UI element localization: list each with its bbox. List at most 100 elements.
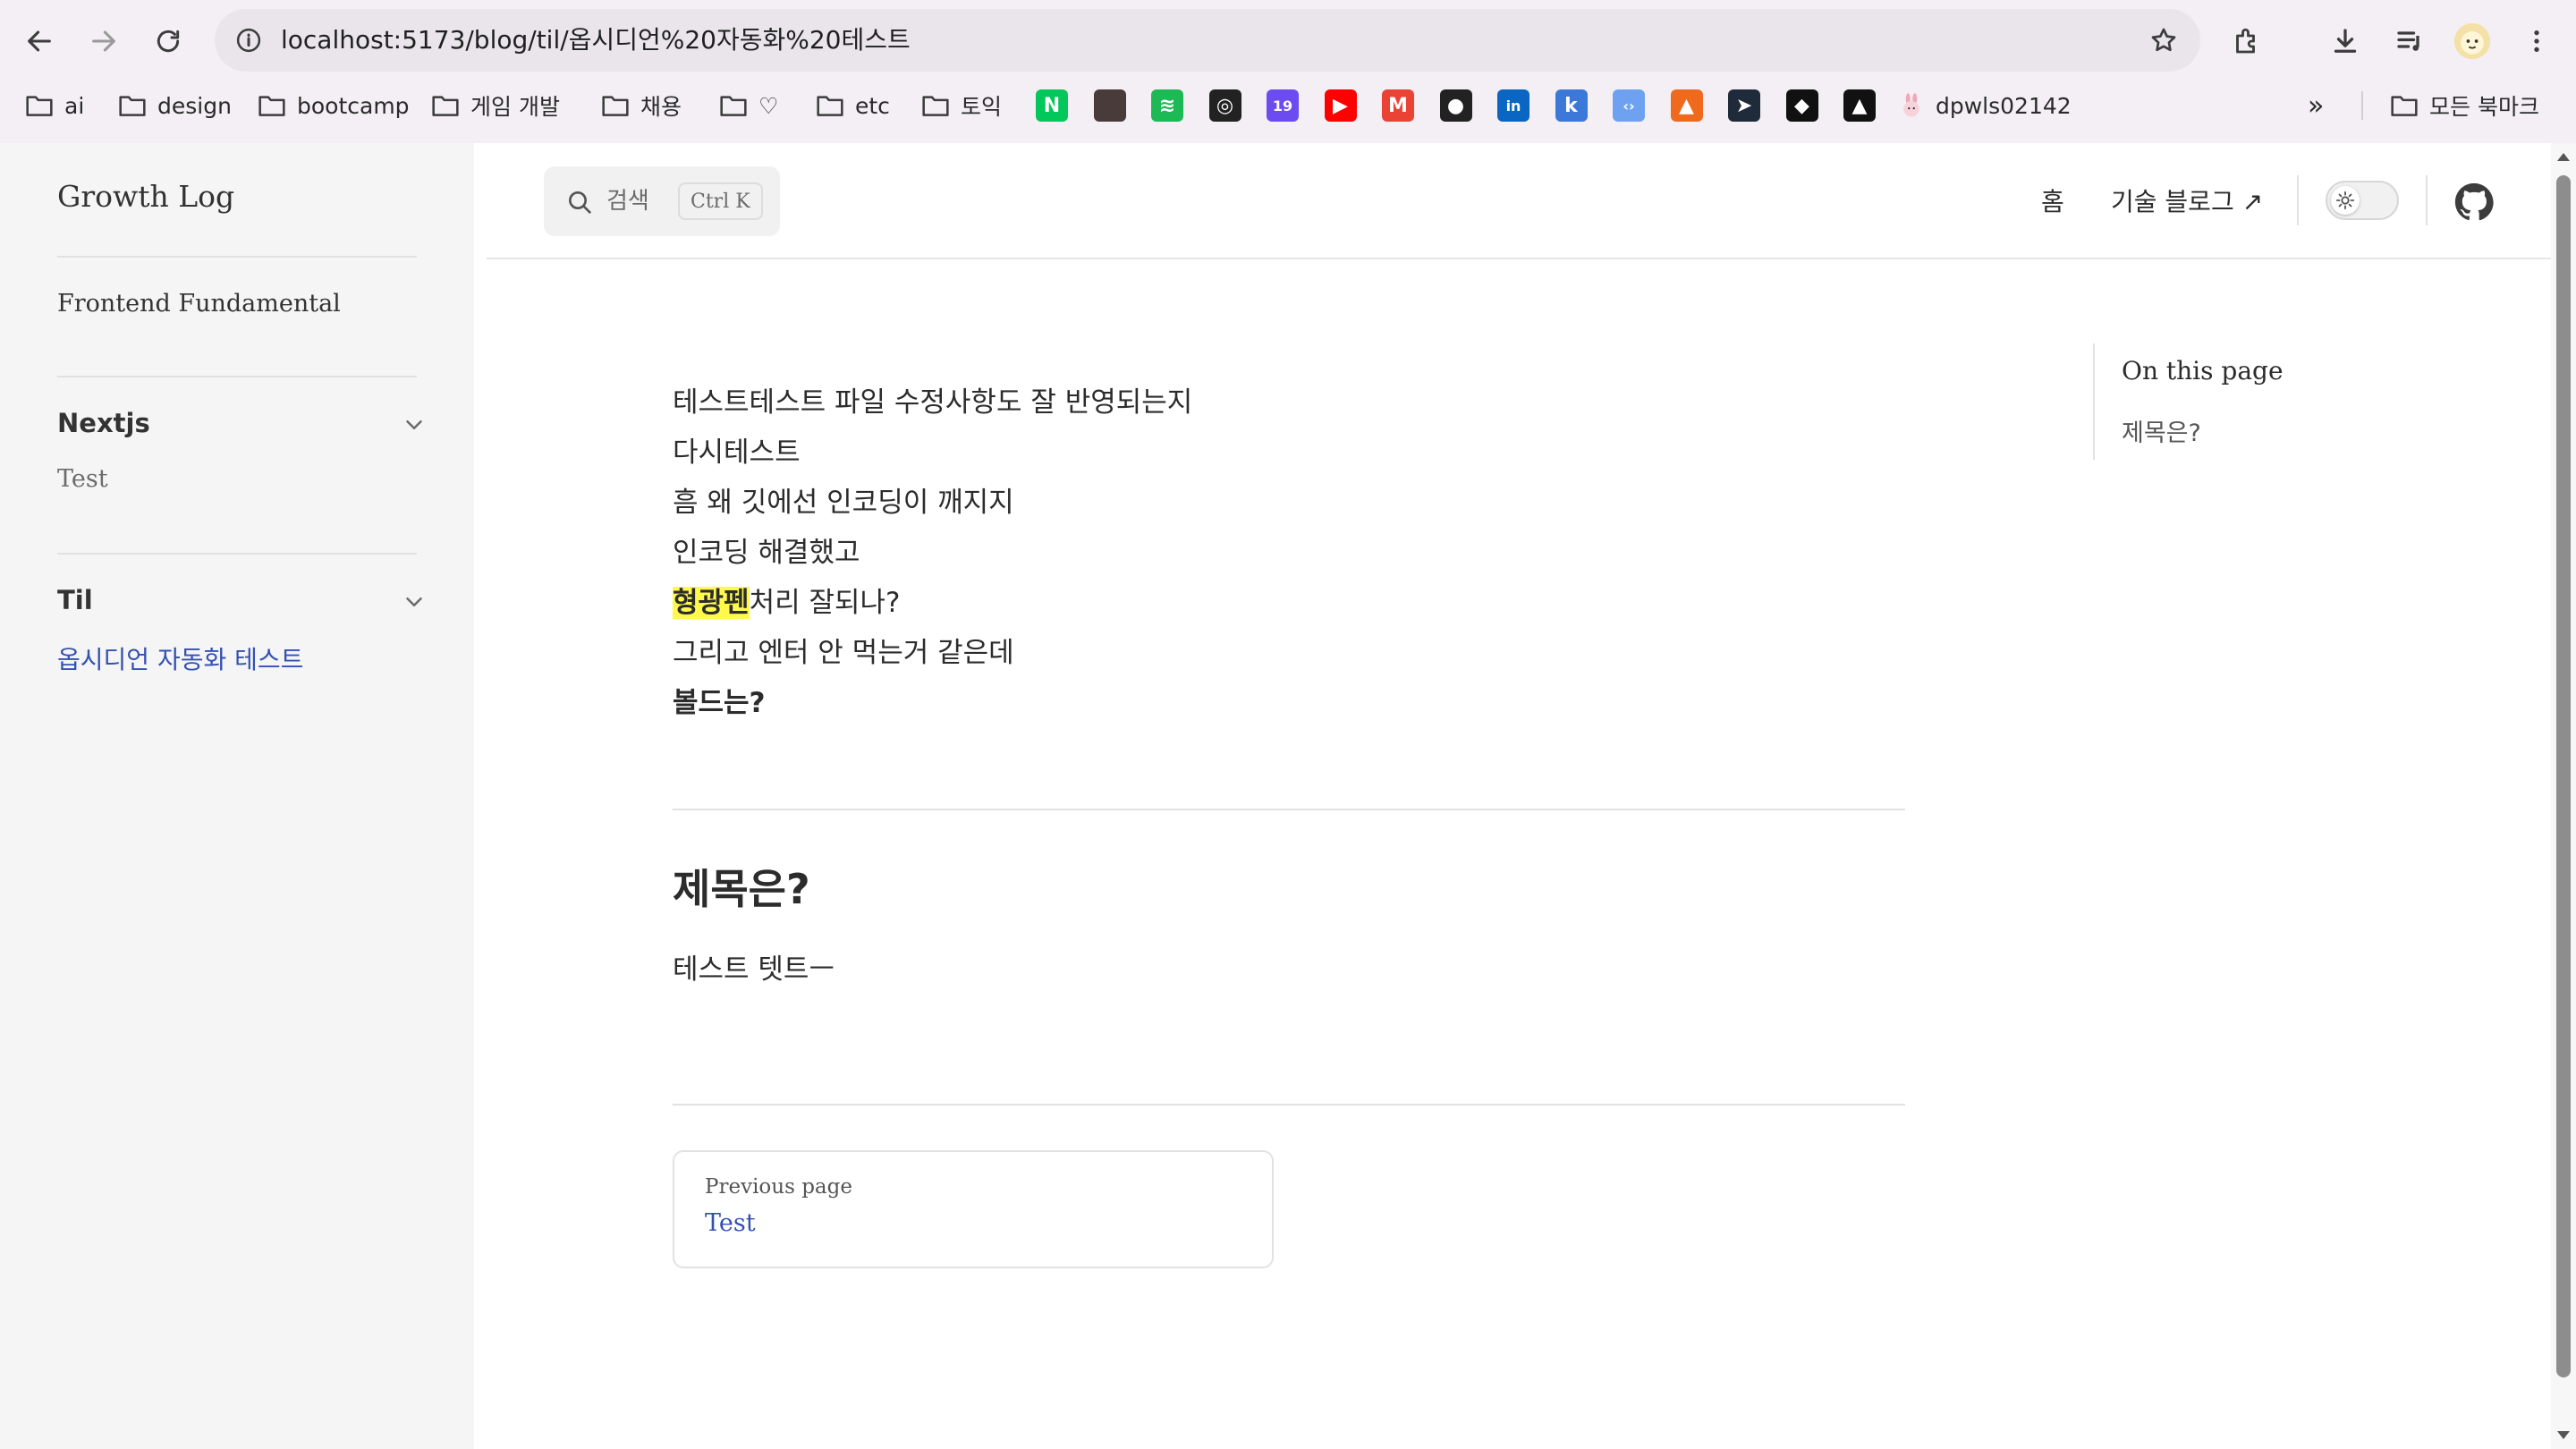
- bookmark-label: design: [157, 92, 232, 119]
- sidebar-group-til[interactable]: Til: [57, 585, 93, 615]
- previous-page-link[interactable]: Previous page Test: [673, 1150, 1274, 1268]
- extensions-icon[interactable]: [2224, 18, 2270, 64]
- folder-icon: [720, 96, 747, 116]
- nav-tech-blog-link[interactable]: 기술 블로그 ↗: [2111, 182, 2263, 218]
- folder-icon: [922, 96, 949, 116]
- toc-border: [2093, 343, 2095, 460]
- site-info-icon[interactable]: [231, 22, 267, 58]
- k-icon[interactable]: k: [1555, 89, 1588, 122]
- code-icon[interactable]: ‹›: [1613, 89, 1645, 122]
- bookmark-folder[interactable]: design: [118, 82, 232, 129]
- paragraph-line: 테스트테스트 파일 수정사항도 잘 반영되는지: [673, 386, 1193, 419]
- browser-chrome: localhost:5173/blog/til/옵시디언%20자동화%20테스트…: [0, 0, 2576, 143]
- bookmarks-overflow-icon[interactable]: »: [2308, 82, 2324, 129]
- diamond-icon[interactable]: ◆: [1785, 89, 1818, 122]
- toc-title: On this page: [2122, 356, 2284, 386]
- section-heading: 제목은?: [673, 865, 810, 913]
- folder-icon: [817, 96, 843, 116]
- toc-item[interactable]: 제목은?: [2122, 413, 2201, 448]
- profile-image-icon[interactable]: [1093, 89, 1126, 122]
- horizontal-rule: [673, 809, 1905, 810]
- bookmark-folder[interactable]: 게임 개발: [431, 82, 560, 129]
- back-icon[interactable]: [16, 18, 63, 64]
- chevron-down-icon[interactable]: [401, 589, 428, 615]
- forward-icon[interactable]: [80, 18, 127, 64]
- send-icon[interactable]: ➤: [1728, 89, 1760, 122]
- bookmark-folder[interactable]: ai: [25, 82, 84, 129]
- gmail-icon[interactable]: M: [1382, 89, 1414, 122]
- sidebar-group-nextjs[interactable]: Nextjs: [57, 408, 150, 438]
- bookmark-label: etc: [855, 92, 890, 119]
- scroll-down-icon[interactable]: [2555, 1428, 2572, 1444]
- bookmark-folder[interactable]: 토익: [921, 82, 1002, 129]
- bold-line: 볼드는?: [673, 687, 766, 719]
- bookmark-label: 모든 북마크: [2429, 94, 2539, 120]
- bookmark-folder[interactable]: bootcamp: [258, 82, 410, 129]
- sidebar-item-frontend-fundamental[interactable]: Frontend Fundamental: [57, 290, 341, 318]
- github-icon[interactable]: [2454, 182, 2494, 222]
- folder-icon: [258, 96, 285, 116]
- bookmark-label: ♡: [758, 92, 779, 119]
- bunny-icon: [1903, 93, 1919, 117]
- section-body: 테스트 텟트ㅡ: [673, 953, 835, 986]
- search-placeholder: 검색: [606, 188, 649, 215]
- triangle-icon[interactable]: ▲: [1843, 89, 1876, 122]
- sidebar-divider: [57, 553, 417, 555]
- previous-page-title: Test: [705, 1209, 756, 1237]
- nav-home-link[interactable]: 홈: [2041, 182, 2064, 218]
- bookmark-label: 토익: [961, 94, 1003, 120]
- scroll-up-icon[interactable]: [2555, 148, 2572, 165]
- bookmarks-bar: ai design bootcamp 게임 개발 채용 ♡ etc 토익 N ≋…: [0, 82, 2576, 129]
- site-brand[interactable]: Growth Log: [57, 179, 234, 214]
- bookmark-divider: [2361, 91, 2363, 120]
- bookmark-folder[interactable]: 채용: [601, 82, 682, 129]
- theme-toggle[interactable]: [2326, 181, 2399, 220]
- search-icon: [569, 191, 591, 214]
- target-icon[interactable]: ◎: [1208, 89, 1241, 122]
- bookmark-label: 채용: [640, 94, 682, 120]
- sidebar: Growth Log Frontend Fundamental Nextjs T…: [0, 143, 474, 1449]
- bookmark-label: bootcamp: [297, 92, 410, 119]
- address-bar[interactable]: localhost:5173/blog/til/옵시디언%20자동화%20테스트: [215, 9, 2200, 72]
- header-divider: [2297, 175, 2299, 225]
- highlighted-text: 형광펜: [673, 587, 750, 619]
- paragraph-line: 다시테스트: [673, 436, 801, 469]
- scrollbar-thumb[interactable]: [2556, 175, 2571, 1377]
- browser-menu-icon[interactable]: [2513, 18, 2560, 64]
- bookmark-label: ai: [64, 92, 85, 119]
- linkedin-icon[interactable]: in: [1497, 89, 1530, 122]
- url-text[interactable]: localhost:5173/blog/til/옵시디언%20자동화%20테스트: [281, 9, 911, 72]
- chevron-down-icon[interactable]: [401, 411, 428, 438]
- youtube-icon[interactable]: ▶: [1324, 89, 1357, 122]
- bookmark-profile[interactable]: dpwls02142: [1898, 82, 2072, 129]
- github-icon[interactable]: ●: [1439, 89, 1472, 122]
- header-divider-line: [487, 258, 2551, 259]
- folder-icon: [432, 96, 459, 116]
- bookmark-folder[interactable]: ♡: [719, 82, 778, 129]
- bookmark-folder[interactable]: etc: [816, 82, 890, 129]
- folder-icon: [119, 96, 146, 116]
- folder-icon: [26, 96, 53, 116]
- header-divider: [2426, 175, 2428, 225]
- paragraph-line: 그리고 엔터 안 먹는거 같은데: [673, 637, 1014, 669]
- all-bookmarks-folder[interactable]: 모든 북마크: [2390, 82, 2539, 129]
- profile-avatar-icon[interactable]: [2449, 18, 2496, 64]
- sidebar-item-test[interactable]: Test: [57, 465, 108, 493]
- folder-icon: [602, 96, 629, 116]
- fire-icon[interactable]: ▲: [1670, 89, 1703, 122]
- bookmark-star-icon[interactable]: [2145, 21, 2182, 59]
- notification-19-icon[interactable]: 19: [1267, 89, 1299, 122]
- search-shortcut: Ctrl K: [678, 182, 763, 220]
- spotify-icon[interactable]: ≋: [1151, 89, 1183, 122]
- media-control-icon[interactable]: [2386, 18, 2433, 64]
- paragraph-line: 인코딩 해결했고: [673, 537, 860, 569]
- naver-icon[interactable]: N: [1036, 89, 1068, 122]
- bookmark-label: dpwls02142: [1936, 92, 2072, 119]
- reload-icon[interactable]: [145, 18, 191, 64]
- footer-divider: [673, 1104, 1905, 1106]
- search-button[interactable]: 검색 Ctrl K: [544, 166, 780, 236]
- paragraph-line-highlight: 형광펜처리 잘되나?: [673, 580, 900, 620]
- previous-page-label: Previous page: [705, 1175, 852, 1199]
- sidebar-item-active[interactable]: 옵시디언 자동화 테스트: [57, 640, 303, 676]
- download-icon[interactable]: [2322, 18, 2368, 64]
